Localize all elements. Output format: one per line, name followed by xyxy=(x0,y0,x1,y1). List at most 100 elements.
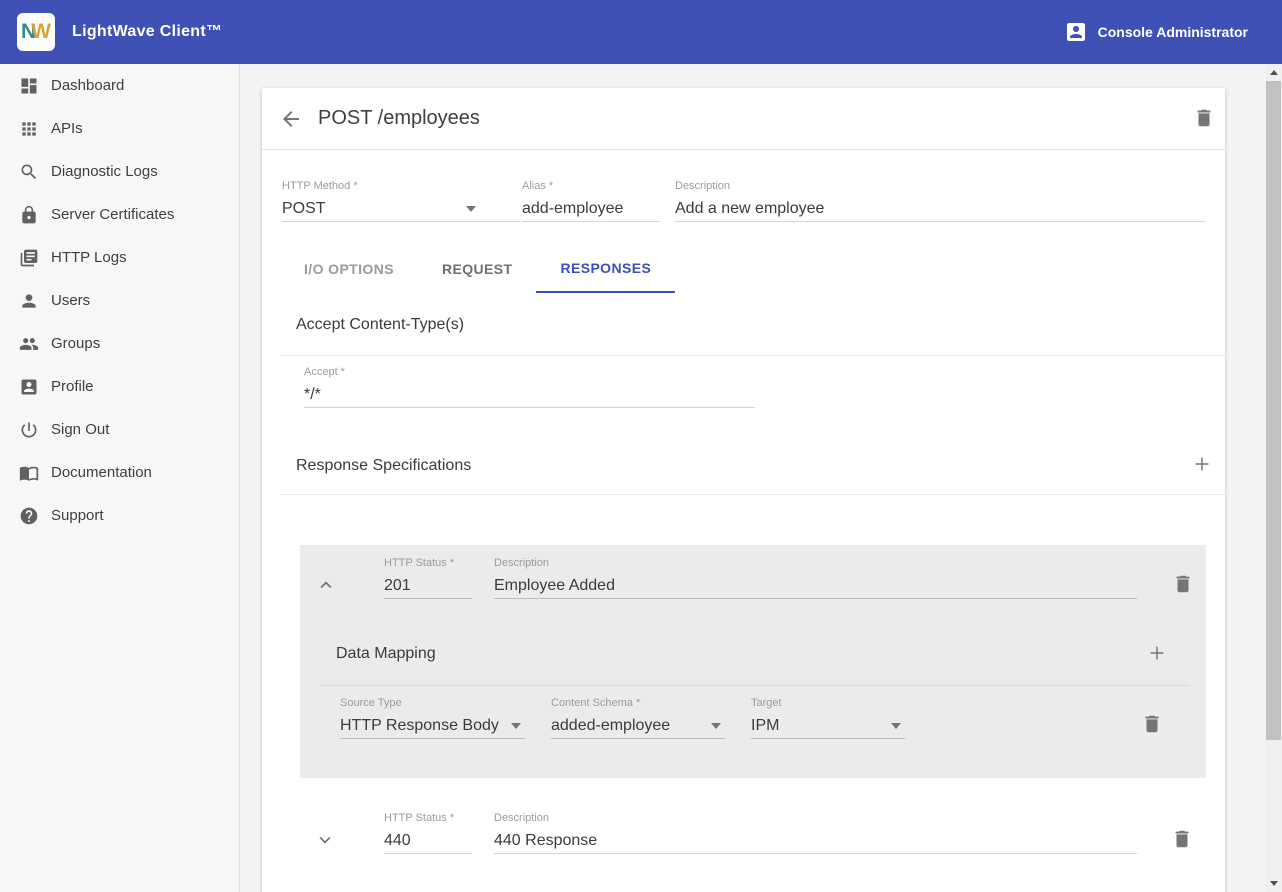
app-logo: N W xyxy=(17,13,55,51)
plus-icon xyxy=(1146,642,1168,664)
app-header: N W LightWave Client™ Console Administra… xyxy=(0,0,1282,64)
dropdown-arrow-icon[interactable] xyxy=(466,206,476,212)
section-divider xyxy=(281,494,1225,495)
dropdown-arrow-icon[interactable] xyxy=(891,723,901,729)
response-description-label: Description xyxy=(494,557,1137,570)
vertical-scrollbar[interactable] xyxy=(1265,64,1282,892)
account-menu[interactable]: Console Administrator xyxy=(1064,20,1248,44)
endpoint-tabs: I/O OPTIONS REQUEST RESPONSES xyxy=(280,245,675,293)
sidebar-item-dashboard[interactable]: Dashboard xyxy=(0,64,239,107)
scrollbar-thumb[interactable] xyxy=(1266,81,1281,740)
sidebar-item-label: Users xyxy=(51,292,90,309)
search-icon xyxy=(19,162,39,182)
tab-request[interactable]: REQUEST xyxy=(418,245,536,293)
delete-response-button[interactable] xyxy=(1172,573,1194,595)
dashboard-icon xyxy=(19,76,39,96)
sidebar-item-diagnostic-logs[interactable]: Diagnostic Logs xyxy=(0,150,239,193)
tab-responses[interactable]: RESPONSES xyxy=(536,245,675,293)
alias-field[interactable]: Alias * add-employee xyxy=(522,180,660,222)
sidebar-item-users[interactable]: Users xyxy=(0,279,239,322)
trash-icon xyxy=(1171,828,1193,850)
sidebar-item-apis[interactable]: APIs xyxy=(0,107,239,150)
trash-icon xyxy=(1172,573,1194,595)
http-status-field[interactable]: HTTP Status * 440 xyxy=(384,812,472,854)
chevron-down-icon xyxy=(314,829,336,851)
response-description-input[interactable]: 440 Response xyxy=(494,829,1137,854)
back-button[interactable] xyxy=(279,107,303,131)
apps-grid-icon xyxy=(19,119,39,139)
sidebar-item-label: HTTP Logs xyxy=(51,249,127,266)
back-arrow-icon xyxy=(279,107,303,131)
delete-response-button[interactable] xyxy=(1171,828,1193,850)
person-icon xyxy=(19,291,39,311)
content-schema-label: Content Schema * xyxy=(551,697,725,710)
response-description-field[interactable]: Description Employee Added xyxy=(494,557,1137,599)
sidebar-item-documentation[interactable]: Documentation xyxy=(0,451,239,494)
accept-section-title: Accept Content-Type(s) xyxy=(296,316,464,334)
content-schema-field[interactable]: Content Schema * added-employee xyxy=(551,697,725,739)
sidebar-item-support[interactable]: Support xyxy=(0,494,239,537)
app-title: LightWave Client™ xyxy=(72,23,222,41)
power-icon xyxy=(19,420,39,440)
data-mapping-title: Data Mapping xyxy=(336,645,436,663)
source-type-field[interactable]: Source Type HTTP Response Body xyxy=(340,697,525,739)
sidebar-item-label: Groups xyxy=(51,335,100,352)
sidebar-item-profile[interactable]: Profile xyxy=(0,365,239,408)
sidebar-item-label: Server Certificates xyxy=(51,206,174,223)
sidebar-item-groups[interactable]: Groups xyxy=(0,322,239,365)
page-title: POST /employees xyxy=(318,107,480,130)
http-status-label: HTTP Status * xyxy=(384,812,472,825)
delete-endpoint-button[interactable] xyxy=(1193,107,1215,129)
description-field[interactable]: Description Add a new employee xyxy=(675,180,1205,222)
response-description-input[interactable]: Employee Added xyxy=(494,574,1137,599)
account-box-icon xyxy=(19,377,39,397)
response-spec-201: HTTP Status * 201 Description Employee A… xyxy=(300,545,1206,778)
http-status-field[interactable]: HTTP Status * 201 xyxy=(384,557,472,599)
accept-input[interactable]: */* xyxy=(304,383,755,408)
source-type-label: Source Type xyxy=(340,697,525,710)
alias-input[interactable]: add-employee xyxy=(522,197,660,222)
chevron-up-icon xyxy=(315,574,337,596)
sidebar-item-http-logs[interactable]: HTTP Logs xyxy=(0,236,239,279)
sidebar-item-sign-out[interactable]: Sign Out xyxy=(0,408,239,451)
target-field[interactable]: Target IPM xyxy=(751,697,905,739)
sidebar-nav: Dashboard APIs Diagnostic Logs Server Ce… xyxy=(0,64,240,892)
account-box-icon xyxy=(1064,20,1088,44)
content-schema-select[interactable]: added-employee xyxy=(551,714,725,739)
sidebar-item-server-certificates[interactable]: Server Certificates xyxy=(0,193,239,236)
lock-icon xyxy=(19,205,39,225)
http-status-input[interactable]: 440 xyxy=(384,829,472,854)
expand-response-button[interactable] xyxy=(314,829,336,851)
help-circle-icon xyxy=(19,506,39,526)
tab-io-options[interactable]: I/O OPTIONS xyxy=(280,245,418,293)
sidebar-item-label: Profile xyxy=(51,378,94,395)
source-type-select[interactable]: HTTP Response Body xyxy=(340,714,525,739)
sidebar-item-label: Dashboard xyxy=(51,77,124,94)
http-status-input[interactable]: 201 xyxy=(384,574,472,599)
http-method-field[interactable]: HTTP Method * POST xyxy=(282,180,520,222)
collapse-response-button[interactable] xyxy=(315,574,337,596)
http-method-label: HTTP Method * xyxy=(282,180,520,193)
accept-field[interactable]: Accept * */* xyxy=(304,366,755,408)
dropdown-arrow-icon[interactable] xyxy=(711,723,721,729)
endpoint-toolbar: POST /employees xyxy=(262,88,1225,150)
target-label: Target xyxy=(751,697,905,710)
main-content: POST /employees HTTP Method * POST Alias… xyxy=(240,64,1265,892)
scroll-up-arrow-icon[interactable] xyxy=(1265,64,1282,81)
section-divider xyxy=(281,355,1225,356)
target-select[interactable]: IPM xyxy=(751,714,905,739)
http-method-select[interactable]: POST xyxy=(282,197,520,222)
response-description-field[interactable]: Description 440 Response xyxy=(494,812,1137,854)
description-label: Description xyxy=(675,180,1205,193)
sidebar-item-label: Diagnostic Logs xyxy=(51,163,158,180)
people-icon xyxy=(19,334,39,354)
add-response-button[interactable] xyxy=(1191,453,1213,475)
http-status-label: HTTP Status * xyxy=(384,557,472,570)
dropdown-arrow-icon[interactable] xyxy=(511,723,521,729)
delete-data-mapping-button[interactable] xyxy=(1141,713,1163,735)
add-data-mapping-button[interactable] xyxy=(1146,642,1168,664)
description-input[interactable]: Add a new employee xyxy=(675,197,1205,222)
trash-icon xyxy=(1193,107,1215,129)
scroll-down-arrow-icon[interactable] xyxy=(1265,875,1282,892)
sidebar-item-label: Documentation xyxy=(51,464,152,481)
